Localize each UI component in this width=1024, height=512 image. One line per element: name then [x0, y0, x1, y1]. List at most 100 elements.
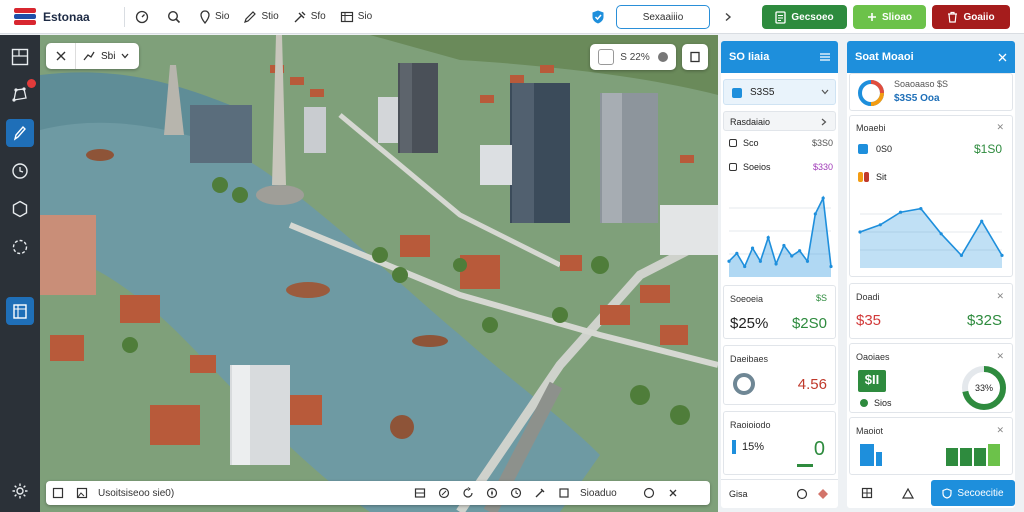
shield-button[interactable] — [586, 5, 610, 29]
polygon-tool-button[interactable] — [6, 79, 36, 109]
section-label: Rasdaiaio — [730, 117, 771, 127]
grid-button[interactable] — [409, 482, 431, 504]
grid-icon — [414, 488, 426, 498]
selected-item[interactable]: S3S5 — [723, 79, 836, 105]
metric-bar — [732, 440, 736, 454]
layer-label: Sbi — [101, 50, 116, 62]
apply-button[interactable]: Secoecitie — [931, 480, 1015, 506]
layout-tool-button[interactable] — [6, 43, 34, 71]
app-title: Estonaa — [43, 9, 90, 24]
metric-card-1: Soeoeia $S $25% $2S0 — [723, 285, 836, 339]
data-row: Soeios $330 — [729, 162, 833, 172]
map-viewport[interactable]: Sbi S 22% Usoitsiseoo sie0) Sioaduo — [40, 35, 718, 512]
chart-point — [798, 249, 802, 253]
clock-tool-button[interactable] — [6, 157, 34, 185]
analytics-panel-header: Soat Moaoi — [847, 41, 1015, 73]
danger-action-button[interactable]: Goaiio — [932, 5, 1010, 29]
info-panel-title: SO Iiaia — [729, 51, 770, 63]
history-icon — [510, 487, 522, 499]
chart-point — [821, 196, 825, 200]
close-status-button[interactable] — [662, 482, 684, 504]
help-button[interactable] — [638, 482, 660, 504]
history-button[interactable] — [505, 482, 527, 504]
close-icon[interactable]: ✕ — [996, 291, 1004, 302]
collapse-button[interactable] — [46, 43, 76, 69]
chart-point — [758, 259, 762, 263]
metric-card-2: Daeibaes 4.56 — [723, 345, 836, 405]
tool-pin[interactable]: Sio — [199, 9, 229, 24]
scale-icon[interactable] — [901, 487, 915, 499]
lasso-icon — [12, 239, 28, 255]
tool-draw[interactable]: Stio — [243, 10, 279, 24]
fullscreen-button[interactable] — [682, 44, 708, 70]
section-header[interactable]: Rasdaiaio — [723, 111, 836, 131]
pen-icon — [13, 125, 26, 141]
compass-button[interactable] — [481, 482, 503, 504]
chart-point — [898, 210, 903, 214]
tool-table[interactable]: Sio — [340, 10, 372, 24]
zoom-control[interactable]: S 22% — [590, 44, 676, 70]
expand-button[interactable] — [716, 5, 740, 29]
comparison-value-secondary: $32S — [966, 312, 1002, 329]
search-input[interactable]: Sexaaiiio — [616, 5, 710, 29]
bar-mark — [988, 444, 1000, 466]
donut-icon — [858, 80, 884, 106]
tool-search[interactable] — [167, 10, 185, 24]
chart-point — [727, 259, 731, 263]
trend-chart — [727, 195, 833, 277]
search-icon — [167, 10, 181, 23]
danger-action-label: Goaiio — [963, 11, 995, 23]
selected-chip-icon — [732, 88, 742, 98]
selected-label: S3S5 — [750, 87, 775, 98]
toolbar-divider — [124, 6, 125, 27]
row-marker-icon — [729, 139, 737, 147]
measure-button[interactable] — [433, 482, 455, 504]
search-input-label: Sexaaiiio — [642, 11, 684, 23]
pipette-button[interactable] — [529, 482, 551, 504]
trash-icon — [948, 11, 958, 23]
left-toolbar — [0, 35, 40, 512]
table-icon — [340, 11, 353, 22]
settings-tool-button[interactable] — [6, 477, 34, 505]
rotate-button[interactable] — [457, 482, 479, 504]
layers-button[interactable] — [553, 482, 575, 504]
summary-card: Soaoaaso $S $3S5 Ooa — [849, 73, 1013, 111]
collapse-icon — [56, 51, 65, 61]
row-label: Sco — [743, 138, 759, 148]
trend-card: Moaebi ✕ 0S0 $1S0 Sit — [849, 115, 1013, 277]
draw-tool-button[interactable] — [6, 119, 34, 147]
close-icon[interactable]: ✕ — [996, 425, 1004, 436]
app-logo[interactable]: Estonaa — [14, 7, 114, 26]
chart-point — [813, 212, 817, 216]
tool-gauge[interactable] — [135, 10, 153, 24]
tool-settings[interactable]: Sfo — [293, 10, 326, 24]
chart-point — [774, 262, 778, 266]
chart-point — [743, 264, 747, 269]
tool-settings-label: Sfo — [310, 11, 326, 22]
grid-icon[interactable] — [861, 487, 873, 499]
settings-icon[interactable] — [796, 488, 808, 500]
chevron-down-icon — [821, 89, 829, 95]
layers-tool-button[interactable] — [6, 297, 34, 325]
info-panel-header: SO Iiaia — [721, 41, 838, 73]
status-label: Sioaduo — [580, 487, 617, 499]
layer-selector[interactable]: Sbi — [76, 50, 139, 62]
puzzle-icon[interactable] — [816, 487, 830, 501]
map-layer-control: Sbi — [46, 43, 140, 69]
minimap-button[interactable] — [47, 482, 69, 504]
primary-action-button[interactable]: Gecsoeo — [762, 5, 847, 29]
close-icon[interactable] — [998, 53, 1007, 62]
bar-mark — [960, 448, 972, 466]
image-button[interactable] — [71, 482, 93, 504]
ruler-icon — [438, 487, 450, 499]
hexagon-tool-button[interactable] — [6, 195, 34, 223]
close-icon[interactable]: ✕ — [996, 122, 1004, 133]
chart-area — [860, 208, 1002, 268]
menu-icon[interactable] — [820, 53, 830, 61]
footer-label: Gisa — [729, 488, 748, 499]
metric-value: $25% — [730, 315, 769, 332]
secondary-action-button[interactable]: Slioao — [853, 5, 926, 29]
lasso-tool-button[interactable] — [6, 233, 34, 261]
tag-chip-icon-secondary — [864, 172, 869, 182]
close-icon[interactable]: ✕ — [996, 351, 1004, 362]
